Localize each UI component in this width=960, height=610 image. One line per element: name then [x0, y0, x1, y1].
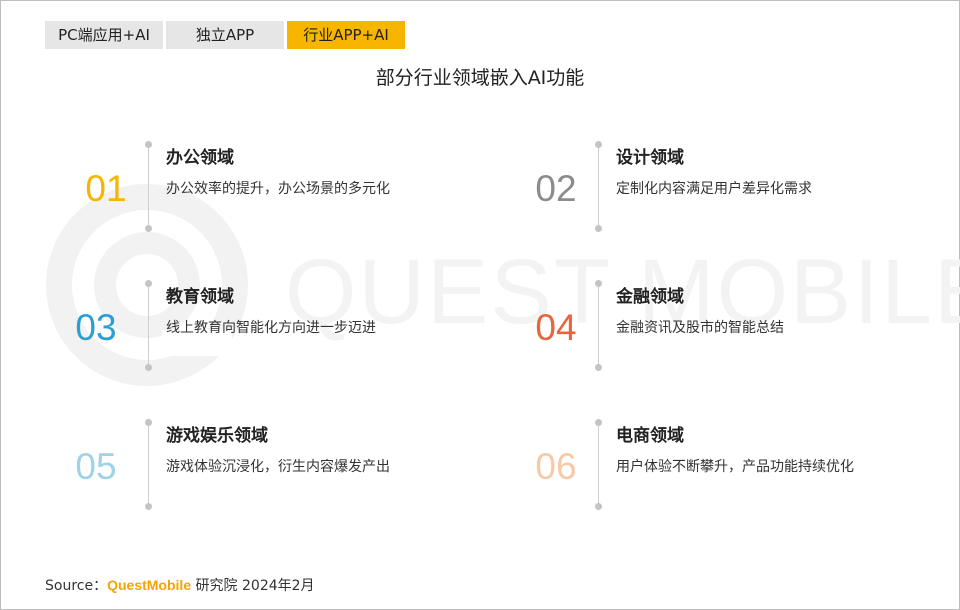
item-description: 定制化内容满足用户差异化需求 — [616, 181, 812, 197]
item-number: 03 — [75, 307, 117, 348]
timeline-marker — [594, 141, 604, 232]
list-item-ecommerce: 06 电商领域 用户体验不断攀升，产品功能持续优化 — [530, 419, 950, 510]
timeline-marker — [144, 141, 154, 232]
page-title: 部分行业领域嵌入AI功能 — [375, 67, 585, 89]
item-description: 办公效率的提升，办公场景的多元化 — [166, 181, 390, 197]
item-heading: 办公领域 — [166, 148, 234, 168]
list-item-education: 03 教育领域 线上教育向智能化方向进一步迈进 — [70, 280, 490, 371]
list-item-finance: 04 金融领域 金融资讯及股市的智能总结 — [530, 280, 950, 371]
timeline-marker — [594, 280, 604, 371]
list-item-office: 01 办公领域 办公效率的提升，办公场景的多元化 — [80, 141, 500, 232]
item-description: 金融资讯及股市的智能总结 — [616, 320, 784, 336]
tab-pc-ai[interactable]: PC端应用+AI — [45, 21, 163, 49]
timeline-marker — [144, 280, 154, 371]
list-item-design: 02 设计领域 定制化内容满足用户差异化需求 — [530, 141, 950, 232]
item-heading: 电商领域 — [616, 426, 684, 446]
source-prefix: Source： — [45, 578, 108, 594]
list-item-gaming: 05 游戏娱乐领域 游戏体验沉浸化，衍生内容爆发产出 — [70, 419, 490, 510]
tab-standalone-app[interactable]: 独立APP — [166, 21, 284, 49]
tab-industry-app-ai[interactable]: 行业APP+AI — [287, 21, 405, 49]
item-number: 05 — [75, 446, 117, 487]
timeline-marker — [594, 419, 604, 510]
item-number: 06 — [535, 446, 577, 487]
item-number: 02 — [535, 168, 577, 209]
item-heading: 教育领域 — [166, 287, 234, 307]
item-number: 04 — [535, 307, 577, 348]
item-heading: 金融领域 — [616, 287, 684, 307]
item-description: 线上教育向智能化方向进一步迈进 — [166, 320, 376, 336]
source-suffix: 研究院 2024年2月 — [191, 578, 315, 594]
item-number: 01 — [85, 168, 127, 209]
timeline-marker — [144, 419, 154, 510]
item-description: 游戏体验沉浸化，衍生内容爆发产出 — [166, 459, 390, 475]
source-note: Source：QuestMobile 研究院 2024年2月 — [45, 575, 315, 595]
tab-bar: PC端应用+AI 独立APP 行业APP+AI — [45, 21, 405, 49]
item-description: 用户体验不断攀升，产品功能持续优化 — [616, 459, 854, 475]
item-heading: 设计领域 — [616, 148, 684, 168]
source-brand: QuestMobile — [107, 577, 192, 593]
item-heading: 游戏娱乐领域 — [166, 426, 268, 446]
